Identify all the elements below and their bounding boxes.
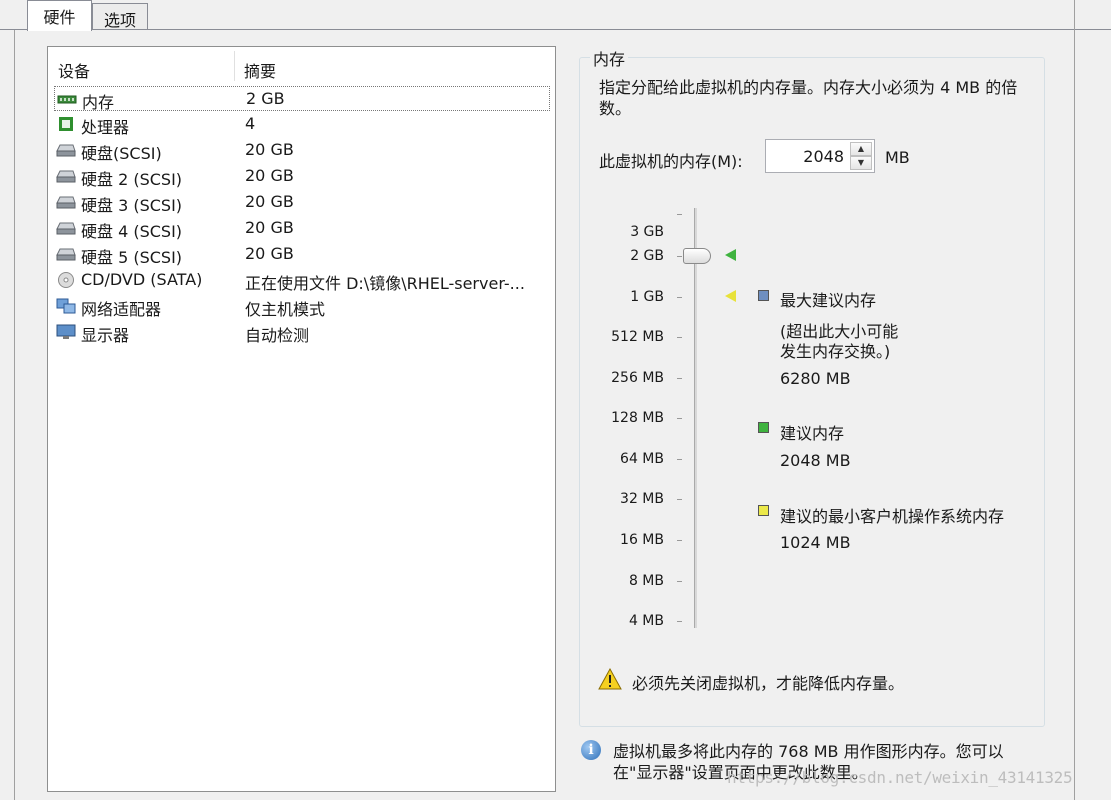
slider-tick xyxy=(677,214,682,215)
device-name: 处理器 xyxy=(81,118,130,137)
device-row-hard-disk-3[interactable]: 硬盘 3 (SCSI) 20 GB xyxy=(54,190,550,215)
device-summary: 4 xyxy=(245,114,256,133)
network-adapter-icon xyxy=(56,298,76,314)
info-text-line1: 虚拟机最多将此内存的 768 MB 用作图形内存。您可以 xyxy=(613,742,1004,761)
device-name: 硬盘 3 (SCSI) xyxy=(81,196,183,215)
hard-disk-icon xyxy=(56,196,76,209)
device-name: 网络适配器 xyxy=(81,300,162,319)
min-guest-memory-legend-icon xyxy=(758,505,769,516)
memory-unit: MB xyxy=(885,148,910,167)
device-name: 内存 xyxy=(82,93,115,112)
device-row-display[interactable]: 显示器 自动检测 xyxy=(54,320,550,345)
device-row-network-adapter[interactable]: 网络适配器 仅主机模式 xyxy=(54,294,550,319)
tick-label: 128 MB xyxy=(611,410,664,426)
device-name: 显示器 xyxy=(81,326,130,345)
device-summary: 20 GB xyxy=(245,192,294,211)
tab-options-label: 选项 xyxy=(103,11,136,30)
recommended-memory-marker-icon xyxy=(725,249,736,261)
warning-icon xyxy=(598,668,622,690)
slider-tick xyxy=(677,297,682,298)
min-guest-memory-marker-icon xyxy=(725,290,736,302)
hard-disk-icon xyxy=(56,222,76,235)
device-summary: 自动检测 xyxy=(245,326,310,345)
device-summary: 20 GB xyxy=(245,244,294,263)
tick-label: 512 MB xyxy=(611,329,664,345)
slider-tick xyxy=(677,256,682,257)
device-row-hard-disk-4[interactable]: 硬盘 4 (SCSI) 20 GB xyxy=(54,216,550,241)
device-summary: 正在使用文件 D:\镜像\RHEL-server-... xyxy=(245,274,525,293)
device-name: 硬盘 5 (SCSI) xyxy=(81,248,183,267)
device-summary: 20 GB xyxy=(245,140,294,159)
spin-down-button[interactable]: ▼ xyxy=(850,156,872,170)
max-memory-label: 最大建议内存 xyxy=(780,291,877,310)
slider-tick xyxy=(677,540,682,541)
tab-options[interactable]: 选项 xyxy=(92,3,148,30)
device-name: 硬盘 4 (SCSI) xyxy=(81,222,183,241)
device-list[interactable]: 设备 摘要 内存 2 GB 处理器 4 硬盘(SCSI) 20 GB 硬盘 2 … xyxy=(47,46,556,792)
slider-tick xyxy=(677,378,682,379)
device-row-cd-dvd[interactable]: CD/DVD (SATA) 正在使用文件 D:\镜像\RHEL-server-.… xyxy=(54,268,550,293)
tab-hardware[interactable]: 硬件 xyxy=(27,0,92,31)
device-row-hard-disk-2[interactable]: 硬盘 2 (SCSI) 20 GB xyxy=(54,164,550,189)
tab-hardware-label: 硬件 xyxy=(43,8,76,27)
tick-label: 8 MB xyxy=(628,573,664,589)
hard-disk-icon xyxy=(56,144,76,157)
slider-tick xyxy=(677,459,682,460)
column-header-summary[interactable]: 摘要 xyxy=(244,58,276,82)
processor-icon xyxy=(59,117,73,131)
device-row-memory[interactable]: 内存 2 GB xyxy=(54,86,550,112)
info-icon: i xyxy=(581,740,601,760)
device-row-hard-disk-1[interactable]: 硬盘(SCSI) 20 GB xyxy=(54,138,550,163)
tick-label: 4 MB xyxy=(628,613,664,629)
max-memory-legend-icon xyxy=(758,290,769,301)
min-guest-memory-label: 建议的最小客户机操作系统内存 xyxy=(780,507,1005,526)
device-summary: 仅主机模式 xyxy=(245,300,326,319)
slider-tick xyxy=(677,621,682,622)
hard-disk-icon xyxy=(56,248,76,261)
memory-spinbox[interactable]: 2048 ▲ ▼ xyxy=(765,139,875,173)
tick-label: 32 MB xyxy=(620,491,664,507)
device-name: 硬盘(SCSI) xyxy=(81,144,162,163)
memory-description: 指定分配给此虚拟机的内存量。内存大小必须为 4 MB 的倍数。 xyxy=(599,78,1018,118)
memory-slider-thumb[interactable] xyxy=(683,248,711,264)
hard-disk-icon xyxy=(56,170,76,183)
memory-slider-track[interactable] xyxy=(694,208,697,628)
recommended-memory-label: 建议内存 xyxy=(780,424,845,443)
tick-label: 64 MB xyxy=(620,451,664,467)
column-divider[interactable] xyxy=(234,51,235,81)
memory-field-label: 此虚拟机的内存(M): xyxy=(599,152,743,171)
device-name: CD/DVD (SATA) xyxy=(81,270,203,289)
tick-label: 1 GB xyxy=(630,289,664,305)
display-icon xyxy=(56,324,76,339)
device-summary: 20 GB xyxy=(245,166,294,185)
spin-up-button[interactable]: ▲ xyxy=(850,142,872,156)
device-name: 硬盘 2 (SCSI) xyxy=(81,170,183,189)
slider-tick xyxy=(677,418,682,419)
max-memory-note-line2: 发生内存交换。) xyxy=(780,342,891,361)
tick-label: 16 MB xyxy=(620,532,664,548)
watermark: https://blog.csdn.net/weixin_43141325 xyxy=(727,768,1073,787)
cd-dvd-icon xyxy=(58,272,74,288)
slider-tick xyxy=(677,581,682,582)
memory-icon xyxy=(57,95,77,104)
max-memory-value: 6280 MB xyxy=(780,369,851,388)
device-summary: 2 GB xyxy=(246,89,285,108)
recommended-memory-legend-icon xyxy=(758,422,769,433)
slider-tick xyxy=(677,337,682,338)
memory-group-title: 内存 xyxy=(590,46,629,70)
tick-label: 256 MB xyxy=(611,370,664,386)
memory-value[interactable]: 2048 xyxy=(803,147,844,166)
tick-label: 2 GB xyxy=(630,248,664,264)
recommended-memory-value: 2048 MB xyxy=(780,451,851,470)
device-row-processor[interactable]: 处理器 4 xyxy=(54,112,550,137)
warning-text: 必须先关闭虚拟机，才能降低内存量。 xyxy=(632,674,905,693)
column-header-device[interactable]: 设备 xyxy=(58,58,90,82)
slider-tick xyxy=(677,499,682,500)
min-guest-memory-value: 1024 MB xyxy=(780,533,851,552)
device-summary: 20 GB xyxy=(245,218,294,237)
device-row-hard-disk-5[interactable]: 硬盘 5 (SCSI) 20 GB xyxy=(54,242,550,267)
tick-label: 3 GB xyxy=(630,224,664,240)
